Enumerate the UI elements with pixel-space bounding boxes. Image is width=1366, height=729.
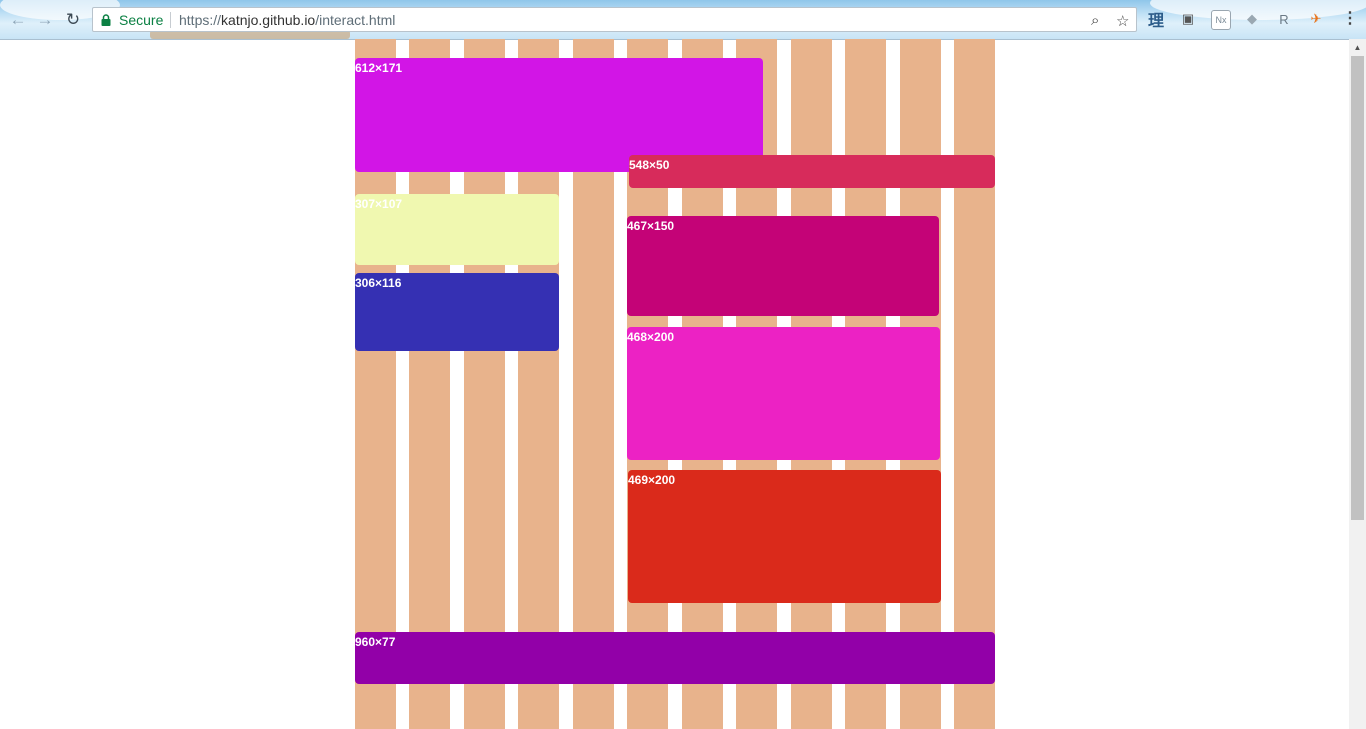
url-host: katnjo.github.io <box>221 12 316 28</box>
nx-extension-icon[interactable]: Nx <box>1211 10 1231 30</box>
divider <box>170 12 171 28</box>
layout-grid: 612×171 548×50 307×107 306×116 467×150 468×20… <box>355 39 995 729</box>
forward-arrow-icon: → <box>36 9 54 29</box>
browser-toolbar: ← → ↻ Secure https://katnjo.github.io/in… <box>0 0 1366 40</box>
kanji-extension-icon[interactable]: 理 <box>1147 10 1165 30</box>
resizable-panel[interactable]: 467×150 <box>627 216 939 316</box>
resizable-panel[interactable]: 960×77 <box>355 632 995 684</box>
secure-label: Secure <box>119 12 164 28</box>
puzzle-extension-icon[interactable]: ▣ <box>1179 10 1197 28</box>
panel-size-label: 467×150 <box>627 219 675 233</box>
back-button[interactable]: ← <box>8 9 28 29</box>
reload-icon: ↻ <box>65 9 81 29</box>
url-text[interactable]: https://katnjo.github.io/interact.html <box>179 12 395 28</box>
panel-size-label: 307×107 <box>355 197 403 211</box>
bookmark-star-icon[interactable]: ☆ <box>1116 12 1129 30</box>
bird-extension-icon[interactable]: ✈ <box>1307 10 1325 28</box>
panel-size-label: 548×50 <box>629 158 670 172</box>
browser-menu-icon[interactable]: ⋮ <box>1342 10 1358 28</box>
back-arrow-icon: ← <box>9 9 27 29</box>
resizable-panel[interactable]: 306×116 <box>355 273 559 351</box>
scroll-up-arrow-icon[interactable]: ▲ <box>1349 40 1366 56</box>
url-scheme: https:// <box>179 12 222 28</box>
lock-icon <box>101 14 111 26</box>
panel-size-label: 612×171 <box>355 61 403 75</box>
grid-column <box>953 39 995 729</box>
resizable-panel[interactable]: 307×107 <box>355 194 559 265</box>
url-path: /interact.html <box>315 12 396 28</box>
scrollbar-thumb[interactable] <box>1351 56 1364 520</box>
zoom-icon[interactable]: ⌕ <box>1091 12 1099 29</box>
resizable-panel[interactable]: 469×200 <box>628 470 941 603</box>
panel-size-label: 960×77 <box>355 635 396 649</box>
panel-size-label: 306×116 <box>355 276 402 290</box>
panel-size-label: 468×200 <box>627 330 675 344</box>
resizable-panel[interactable]: 548×50 <box>629 155 995 188</box>
reload-button[interactable]: ↻ <box>63 9 83 29</box>
drop-extension-icon[interactable]: ◆ <box>1243 10 1261 28</box>
address-bar[interactable]: Secure https://katnjo.github.io/interact… <box>92 7 1137 32</box>
forward-button[interactable]: → <box>35 9 55 29</box>
resizable-panel[interactable]: 468×200 <box>627 327 940 460</box>
r-extension-icon[interactable]: R <box>1275 10 1293 28</box>
panel-size-label: 469×200 <box>628 473 676 487</box>
